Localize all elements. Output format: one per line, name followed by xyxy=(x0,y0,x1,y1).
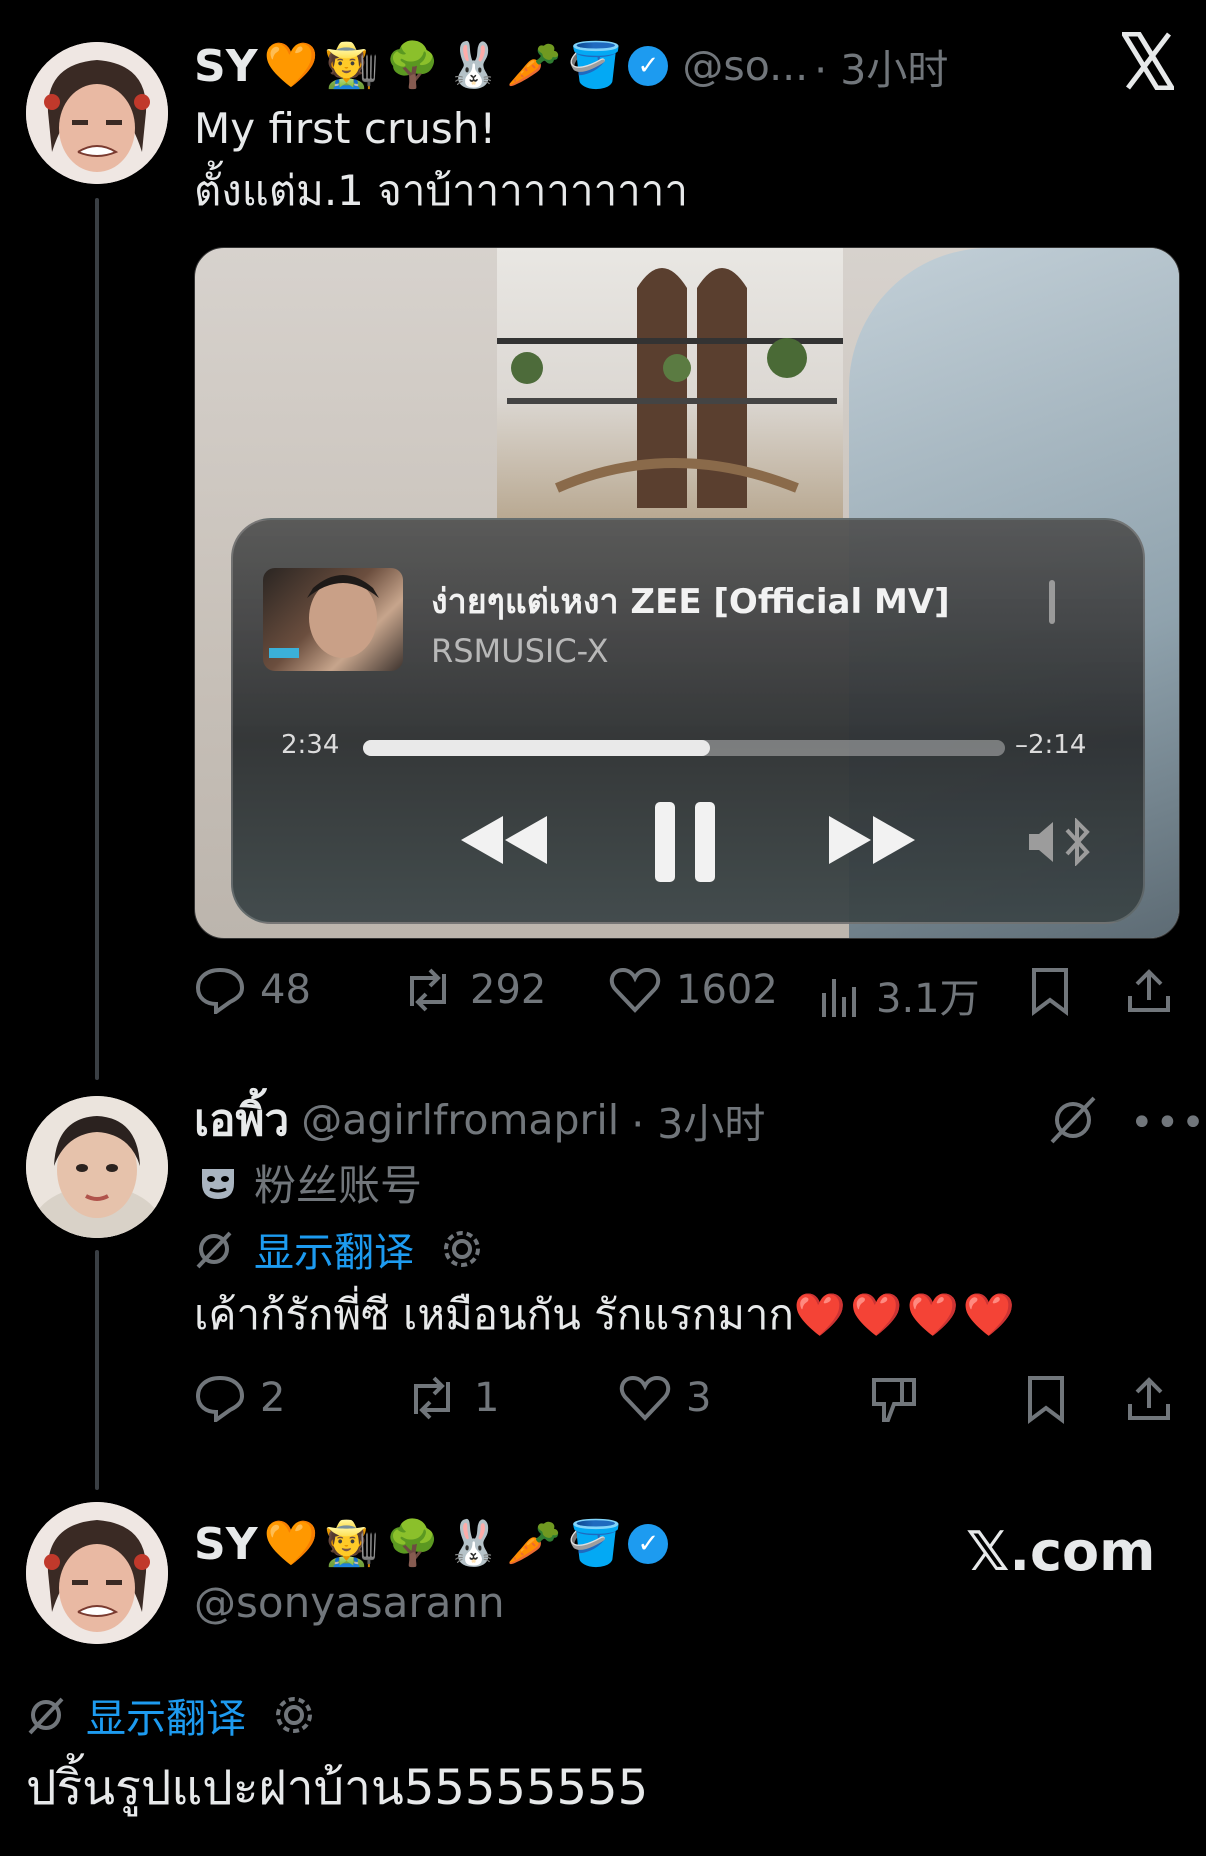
reply-count: 48 xyxy=(260,967,311,1013)
rabbit-emoji: 🐰 xyxy=(445,1518,501,1569)
post1-handle[interactable]: @so... xyxy=(682,42,808,90)
bookmark-icon[interactable] xyxy=(1024,1374,1068,1424)
speaker-bluetooth-icon[interactable] xyxy=(1027,818,1099,866)
elapsed-time: 2:34 xyxy=(281,730,340,760)
views-chart-icon xyxy=(822,979,856,1017)
post1-reply-button[interactable]: 48 xyxy=(194,966,311,1014)
tree-emoji: 🌳 xyxy=(385,1518,440,1569)
reply-count: 2 xyxy=(260,1375,286,1421)
avatar-aepiw-image xyxy=(26,1096,168,1238)
pause-icon[interactable] xyxy=(653,800,717,884)
post2-show-translation-link[interactable]: 显示翻译 xyxy=(254,1220,414,1278)
like-count: 1602 xyxy=(676,967,778,1013)
thread-line-2 xyxy=(95,1250,99,1490)
post1-text: My first crush! ตั้งแต่ม.1 จาบ้าาาาาาาาา… xyxy=(194,98,688,222)
post2-reply-button[interactable]: 2 xyxy=(194,1374,285,1422)
avatar-sy-image xyxy=(26,42,168,184)
airplay-indicator-icon[interactable] xyxy=(1049,580,1055,624)
progress-fill xyxy=(363,740,710,756)
reply-icon xyxy=(195,1375,245,1422)
verified-badge-icon: ✓ xyxy=(628,46,669,86)
post3-translate-row: 显示翻译 xyxy=(26,1686,316,1744)
background-building xyxy=(497,248,843,518)
music-player: ง่ายๆแต่เหงา ZEE [Official MV] RSMUSIC-X… xyxy=(231,518,1145,924)
post2-translate-row: 显示翻译 xyxy=(194,1220,484,1278)
share-icon[interactable] xyxy=(1124,1374,1174,1424)
post3-header: SY 🧡 🧑‍🌾 🌳 🐰 🥕 🪣 ✓ xyxy=(194,1514,669,1574)
post2-text: เค้าก้รักพี่ซี เหมือนกัน รักแรกมาก❤️❤️❤️… xyxy=(194,1284,1019,1346)
repost-count: 292 xyxy=(470,967,547,1013)
share-icon[interactable] xyxy=(1124,966,1174,1016)
fast-forward-icon[interactable] xyxy=(827,812,917,868)
carrot-emoji: 🥕 xyxy=(506,40,562,91)
x-com-watermark: 𝕏.com xyxy=(966,1520,1156,1583)
post3-text: ปริ้นรูปแปะฝาบ้าน55555555 xyxy=(26,1760,649,1816)
mask-icon xyxy=(202,1168,234,1199)
orange-heart-emoji: 🧡 xyxy=(263,1518,319,1569)
fan-account-label: 粉丝账号 xyxy=(254,1161,423,1210)
post1-media[interactable]: ง่ายๆแต่เหงา ZEE [Official MV] RSMUSIC-X… xyxy=(194,247,1180,939)
artist-name: RSMUSIC-X xyxy=(431,632,609,670)
bookmark-icon[interactable] xyxy=(1028,966,1072,1016)
repost-icon xyxy=(410,968,446,1012)
post1-views-button[interactable]: 3.1万 xyxy=(818,966,980,1024)
verified-badge-icon: ✓ xyxy=(628,1524,669,1564)
post1-like-button[interactable]: 1602 xyxy=(608,966,778,1014)
thread-line xyxy=(95,198,99,1080)
post2-like-button[interactable]: 3 xyxy=(618,1374,711,1422)
translate-hidden-icon xyxy=(196,1231,232,1269)
tree-emoji: 🌳 xyxy=(385,40,440,91)
post2-header: เอพิ้ว @agirlfromapril · 3小时 xyxy=(194,1090,765,1150)
mute-conversation-icon[interactable] xyxy=(1046,1096,1100,1144)
reply-icon xyxy=(195,967,245,1014)
song-title: ง่ายๆแต่เหงา ZEE [Official MV] xyxy=(431,582,950,622)
post1-text-line2: ตั้งแต่ม.1 จาบ้าาาาาาาาาา xyxy=(194,166,688,215)
bucket-emoji: 🪣 xyxy=(567,1518,623,1569)
album-art[interactable] xyxy=(263,568,403,671)
translate-hidden-icon xyxy=(28,1697,64,1735)
heart-icon xyxy=(619,1375,671,1421)
post3-handle[interactable]: @sonyasarann xyxy=(194,1578,505,1627)
post2-author-name[interactable]: เอพิ้ว xyxy=(194,1085,289,1155)
post2-time[interactable]: · 3小时 xyxy=(631,1090,765,1150)
carrot-emoji: 🥕 xyxy=(506,1518,562,1569)
like-count: 3 xyxy=(686,1375,712,1421)
translate-settings-gear-icon[interactable] xyxy=(440,1227,484,1271)
post3-show-translation-link[interactable]: 显示翻译 xyxy=(86,1686,246,1744)
post3-author-name[interactable]: SY xyxy=(194,1519,258,1570)
repost-icon xyxy=(414,1376,450,1420)
fan-account-row: 粉丝账号 xyxy=(198,1152,422,1213)
repost-count: 1 xyxy=(474,1375,500,1421)
downvote-icon[interactable] xyxy=(868,1374,920,1424)
rabbit-emoji: 🐰 xyxy=(445,40,501,91)
post1-repost-button[interactable]: 292 xyxy=(400,966,546,1014)
bucket-emoji: 🪣 xyxy=(567,40,623,91)
avatar-sy-image xyxy=(26,1502,168,1644)
avatar-sy[interactable] xyxy=(26,42,168,184)
avatar-aepiw[interactable] xyxy=(26,1096,168,1238)
x-logo-icon[interactable] xyxy=(1119,31,1177,91)
farmer-emoji: 🧑‍🌾 xyxy=(324,40,380,91)
more-options-icon[interactable]: ••• xyxy=(1130,1100,1206,1146)
post1-author-name[interactable]: SY xyxy=(194,41,258,92)
post1-time[interactable]: · 3小时 xyxy=(814,36,948,96)
progress-bar[interactable] xyxy=(363,740,1005,756)
heart-icon xyxy=(609,967,661,1013)
avatar-sy[interactable] xyxy=(26,1502,168,1644)
farmer-emoji: 🧑‍🌾 xyxy=(324,1518,380,1569)
views-count: 3.1万 xyxy=(876,976,980,1022)
post1-text-line1: My first crush! xyxy=(194,104,497,153)
remaining-time: –2:14 xyxy=(1015,730,1087,760)
post2-handle[interactable]: @agirlfromapril xyxy=(301,1096,619,1144)
orange-heart-emoji: 🧡 xyxy=(263,40,319,91)
post1-header: SY 🧡 🧑‍🌾 🌳 🐰 🥕 🪣 ✓ @so... · 3小时 xyxy=(194,36,948,96)
hearts-emoji: ❤️❤️❤️❤️ xyxy=(793,1290,1020,1339)
translate-settings-gear-icon[interactable] xyxy=(272,1693,316,1737)
post2-text-content: เค้าก้รักพี่ซี เหมือนกัน รักแรกมาก xyxy=(194,1290,794,1339)
rewind-icon[interactable] xyxy=(459,812,549,868)
post2-repost-button[interactable]: 1 xyxy=(404,1374,499,1422)
